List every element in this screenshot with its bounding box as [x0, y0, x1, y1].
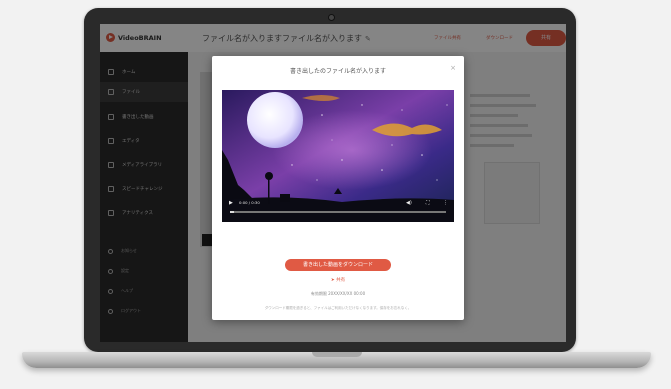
camera-dot	[328, 14, 335, 21]
share-link[interactable]: ➤ 共有	[212, 277, 464, 283]
fullscreen-icon[interactable]: ⛶	[426, 200, 430, 206]
video-progress-fill	[230, 211, 235, 213]
video-progress-bar[interactable]	[230, 211, 446, 213]
more-icon[interactable]: ⋮	[443, 200, 448, 206]
expiration-date: 有効期限 20XX/XX/XX 00:00	[310, 291, 366, 296]
laptop-notch	[312, 352, 362, 357]
video-time: 0:00 / 0:30	[239, 200, 260, 205]
video-player[interactable]: ▶ 0:00 / 0:30 ◀) ⛶ ⋮	[222, 90, 454, 222]
modal-note: ダウンロード期限を過ぎると、ファイルはご利用いただけなくなります。保存をお忘れな…	[264, 306, 412, 310]
close-icon[interactable]: ×	[450, 64, 456, 72]
moon	[247, 92, 303, 148]
modal-title: 書き出したのファイル名が入ります	[289, 68, 386, 75]
volume-icon[interactable]: ◀)	[406, 200, 412, 206]
app-screen: VideoBRAIN ファイル名が入りますファイル名が入ります ✎ ファイル共有 …	[100, 24, 566, 342]
play-icon[interactable]: ▶	[229, 200, 233, 206]
share-link-label: 共有	[336, 278, 346, 283]
laptop-base	[22, 352, 651, 368]
download-modal: 書き出したのファイル名が入ります × ▶ 0:00 / 0:30 ◀) ⛶ ⋮ …	[212, 56, 464, 320]
download-video-button[interactable]: 書き出した動画をダウンロード	[285, 259, 391, 271]
